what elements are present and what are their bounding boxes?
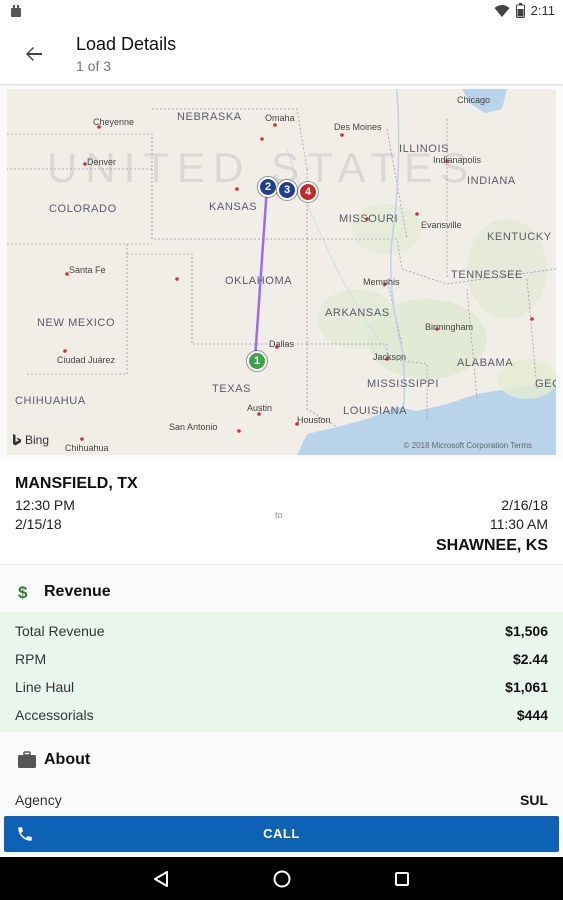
revenue-row-label: Total Revenue [15, 623, 105, 639]
briefcase-icon [18, 751, 36, 768]
map-label-santa-fe: Santa Fe [69, 265, 106, 275]
map-label-chicago: Chicago [457, 95, 491, 105]
destination-time: 11:30 AM [489, 516, 548, 532]
nav-home-button[interactable] [270, 867, 294, 891]
map-label-des-moines: Des Moines [334, 122, 382, 132]
stop-pin-3[interactable]: 3 [277, 180, 297, 200]
destination-city: SHAWNEE, KS [435, 537, 548, 554]
map-label-georgia: GEOR [535, 378, 556, 390]
map-label-tennessee: TENNESSEE [451, 269, 524, 281]
map-label-texas: TEXAS [212, 383, 252, 395]
map-label-oklahoma: OKLAHOMA [225, 275, 293, 287]
stop-pin-2[interactable]: 2 [258, 177, 278, 197]
revenue-row-value: $444 [516, 707, 548, 723]
revenue-row-accessorials: Accessorials $444 [0, 701, 563, 729]
map-label-alabama: ALABAMA [457, 357, 514, 369]
status-bar: 2:11 [0, 0, 563, 24]
arrow-back-icon [26, 47, 42, 61]
map-label-austin: Austin [247, 403, 273, 413]
svg-text:$: $ [18, 583, 28, 601]
map-label-chihuahua-state: CHIHUAHUA [15, 395, 86, 407]
nav-back-icon [154, 871, 168, 887]
revenue-row-value: $2.44 [512, 651, 548, 667]
map-label-jackson: Jackson [373, 352, 407, 362]
revenue-heading: Revenue [44, 583, 111, 600]
stop-pin-4[interactable]: 4 [298, 182, 318, 202]
page-title: Load Details [76, 34, 177, 54]
map-label-indiana: INDIANA [467, 175, 516, 187]
revenue-row-value: $1,506 [505, 623, 548, 639]
origin-city: MANSFIELD, TX [15, 475, 138, 492]
map-label-dallas: Dallas [269, 339, 295, 349]
revenue-section-header: $ Revenue [0, 570, 563, 614]
nav-recents-icon [395, 872, 409, 886]
revenue-row-label: Accessorials [15, 707, 94, 723]
revenue-row-label: Line Haul [15, 679, 75, 695]
revenue-list: Total Revenue $1,506 RPM $2.44 Line Haul… [0, 612, 563, 732]
map-label-chihuahua: Chihuahua [65, 443, 109, 453]
about-section-header: About [0, 738, 563, 782]
route-summary-card: MANSFIELD, TX 12:30 PM 2/15/18 to 2/16/1… [0, 460, 563, 565]
battery-icon [515, 3, 525, 18]
map-label-colorado: COLORADO [49, 203, 117, 215]
map-label-memphis: Memphis [363, 277, 400, 287]
map-label-birmingham: Birmingham [425, 322, 474, 332]
origin-date: 2/15/18 [15, 516, 62, 532]
origin-time: 12:30 PM [15, 497, 75, 513]
about-heading: About [44, 751, 91, 768]
bing-label: Bing [25, 433, 50, 447]
map-label-san-antonio: San Antonio [169, 422, 218, 432]
map-label-mississippi: MISSISSIPPI [367, 378, 440, 390]
call-button-label: CALL [263, 826, 300, 841]
page-subtitle: 1 of 3 [76, 58, 112, 74]
map-copyright[interactable]: © 2018 Microsoft Corporation Terms [404, 441, 532, 450]
stop-pin-1[interactable]: 1 [247, 351, 267, 371]
map-label-omaha: Omaha [265, 113, 295, 123]
map-label-nebraska: NEBRASKA [177, 111, 242, 123]
revenue-row-rpm: RPM $2.44 [0, 645, 563, 673]
map-label-evansville: Evansville [421, 220, 462, 230]
nav-recents-button[interactable] [390, 867, 414, 891]
map-label-ciudad-juarez: Ciudad Juárez [57, 355, 116, 365]
revenue-row-value: $1,061 [505, 679, 548, 695]
route-map[interactable]: UNITED STATES Chicago Cheyenne NEBRASKA … [7, 89, 556, 455]
android-notification-icon [11, 5, 21, 17]
map-label-denver: Denver [87, 157, 117, 167]
bing-logo-icon [13, 434, 21, 446]
map-label-missouri: MISSOURI [339, 213, 399, 225]
bing-attribution[interactable]: Bing [12, 433, 49, 447]
map-label-arkansas: ARKANSAS [325, 307, 390, 319]
map-label-houston: Houston [297, 415, 331, 425]
revenue-row-line-haul: Line Haul $1,061 [0, 673, 563, 701]
nav-back-button[interactable] [149, 867, 173, 891]
dollar-icon: $ [18, 583, 28, 601]
about-row-label: Agency [15, 792, 62, 808]
to-label: to [275, 510, 283, 520]
map-label-cheyenne: Cheyenne [93, 117, 135, 127]
map-label-illinois: ILLINOIS [399, 143, 450, 155]
map-label-kentucky: KENTUCKY [487, 231, 552, 243]
about-row-agency: Agency SUL [0, 786, 563, 814]
map-label-louisiana: LOUISIANA [343, 405, 408, 417]
status-time: 2:11 [530, 3, 555, 18]
about-row-value: SUL [520, 792, 548, 808]
back-button[interactable] [20, 40, 48, 68]
revenue-row-label: RPM [15, 651, 47, 667]
system-nav-bar [0, 857, 563, 900]
map-label-indianapolis: Indianapolis [433, 155, 482, 165]
revenue-row-total: Total Revenue $1,506 [0, 617, 563, 645]
nav-home-icon [273, 870, 291, 888]
map-label-kansas: KANSAS [209, 201, 258, 213]
call-button[interactable]: CALL [4, 816, 559, 852]
wifi-icon [494, 4, 510, 17]
destination-date: 2/16/18 [501, 497, 548, 513]
app-bar: Load Details 1 of 3 [0, 24, 563, 84]
map-label-new-mexico: NEW MEXICO [37, 317, 116, 329]
